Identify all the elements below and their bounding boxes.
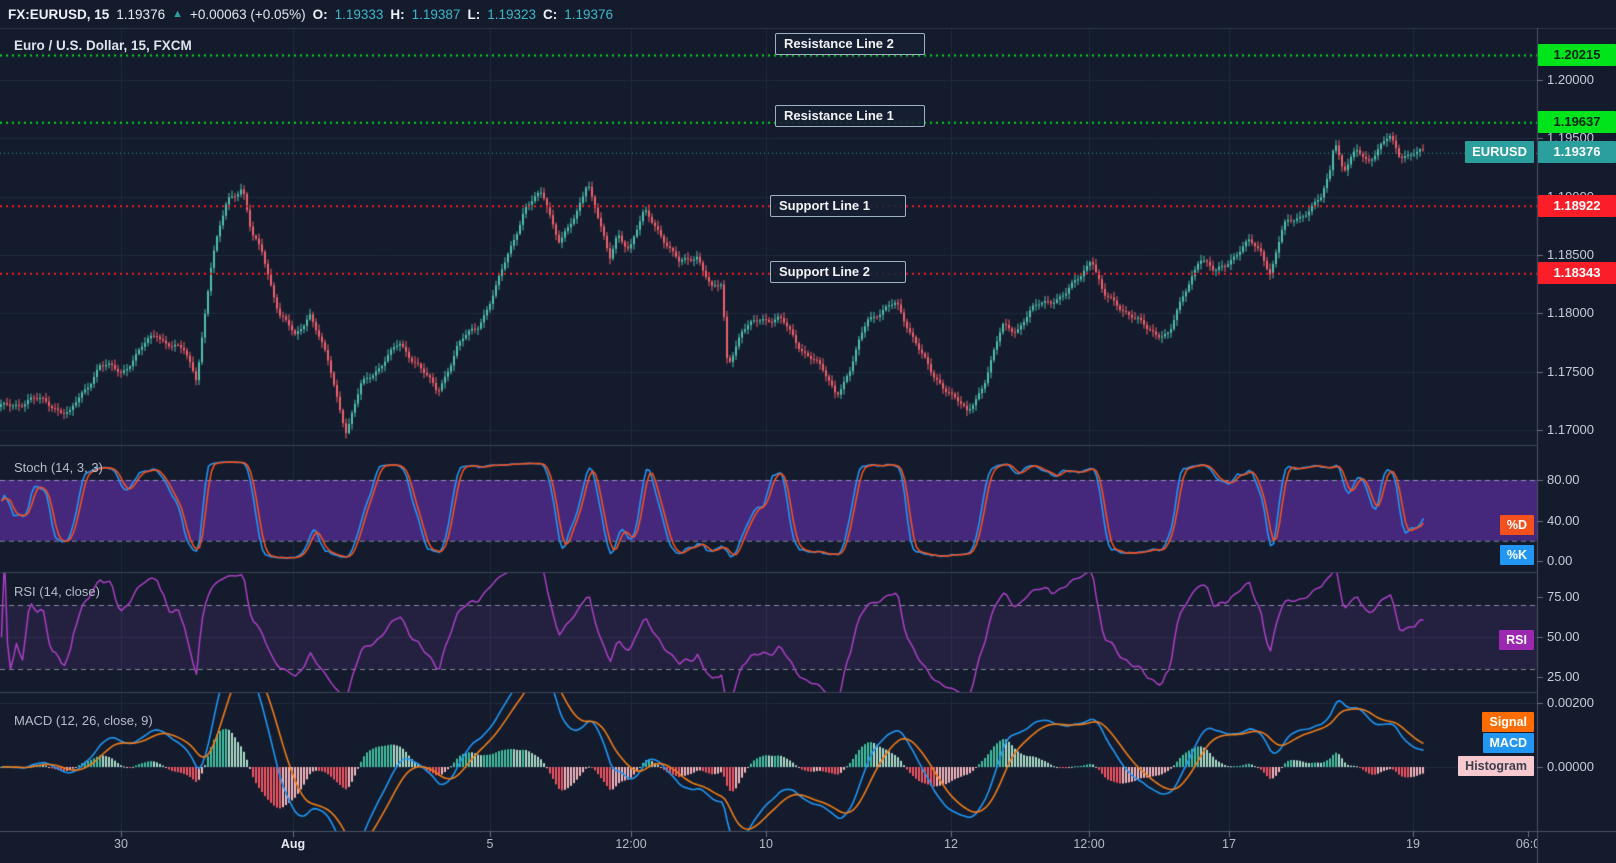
- stoch-axis-tick: 40.00: [1547, 513, 1580, 528]
- time-axis-label: Aug: [280, 837, 306, 851]
- support-1-price-badge: 1.18922: [1538, 195, 1616, 217]
- support-line-2-label[interactable]: Support Line 2: [770, 261, 906, 283]
- trading-chart-window: FX:EURUSD, 15 1.19376 ▲ +0.00063 (+0.05%…: [0, 0, 1616, 863]
- resistance-2-price-badge: 1.20215: [1538, 44, 1616, 66]
- time-axis-label: 19: [1406, 837, 1420, 851]
- stoch-d-badge: %D: [1499, 515, 1534, 535]
- time-axis-label: 5: [486, 837, 494, 851]
- support-2-price-badge: 1.18343: [1538, 262, 1616, 284]
- resistance-line-2-label[interactable]: Resistance Line 2: [775, 33, 925, 55]
- chart-canvas[interactable]: [0, 0, 1616, 863]
- price-axis-tick: 1.17500: [1547, 364, 1594, 379]
- current-price-badge: 1.19376: [1538, 141, 1616, 163]
- stoch-k-badge: %K: [1499, 545, 1534, 565]
- time-axis-label: 12: [944, 837, 958, 851]
- macd-axis-tick: 0.00200: [1547, 695, 1594, 710]
- symbol-legend-bar: FX:EURUSD, 15 1.19376 ▲ +0.00063 (+0.05%…: [8, 3, 613, 25]
- open-value: 1.19333: [334, 6, 384, 22]
- rsi-pane-title[interactable]: RSI (14, close): [14, 584, 100, 599]
- resistance-line-1-label[interactable]: Resistance Line 1: [775, 105, 925, 127]
- price-axis-tick: 1.17000: [1547, 422, 1594, 437]
- rsi-axis-tick: 25.00: [1547, 669, 1580, 684]
- rsi-axis-tick: 75.00: [1547, 589, 1580, 604]
- time-axis[interactable]: 30 Aug 5 12:00 10 12 12:00 17 19 06:0: [0, 831, 1537, 863]
- last-price: 1.19376: [116, 6, 166, 22]
- macd-line-badge: MACD: [1482, 733, 1534, 753]
- symbol-name[interactable]: FX:EURUSD, 15: [8, 7, 109, 22]
- time-axis-label: 30: [114, 837, 128, 851]
- macd-signal-badge: Signal: [1482, 712, 1534, 732]
- time-axis-label: 10: [759, 837, 773, 851]
- price-change: +0.00063 (+0.05%): [189, 6, 306, 22]
- macd-pane-title[interactable]: MACD (12, 26, close, 9): [14, 713, 153, 728]
- chart-title[interactable]: Euro / U.S. Dollar, 15, FXCM: [14, 38, 192, 53]
- price-axis-tick: 1.18500: [1547, 247, 1594, 262]
- macd-axis-tick: 0.00000: [1547, 759, 1594, 774]
- time-axis-label: 17: [1222, 837, 1236, 851]
- close-label: C:: [543, 6, 558, 22]
- price-axis-tick: 1.20000: [1547, 72, 1594, 87]
- open-label: O:: [312, 6, 328, 22]
- stochastic-pane-title[interactable]: Stoch (14, 3, 3): [14, 460, 103, 475]
- high-value: 1.19387: [411, 6, 461, 22]
- up-arrow-icon: ▲: [172, 8, 183, 20]
- time-axis-label: 12:00: [615, 837, 647, 851]
- rsi-axis-tick: 50.00: [1547, 629, 1580, 644]
- resistance-1-price-badge: 1.19637: [1538, 111, 1616, 133]
- stoch-axis-tick: 0.00: [1547, 553, 1573, 568]
- low-label: L:: [467, 6, 481, 22]
- support-line-1-label[interactable]: Support Line 1: [770, 195, 906, 217]
- macd-histogram-badge: Histogram: [1458, 756, 1534, 776]
- symbol-price-line-badge: EURUSD: [1465, 141, 1534, 163]
- time-axis-label: 12:00: [1073, 837, 1105, 851]
- time-axis-label: 06:0: [1515, 837, 1537, 851]
- rsi-badge: RSI: [1499, 630, 1534, 650]
- stoch-axis-tick: 80.00: [1547, 472, 1580, 487]
- high-label: H:: [390, 6, 405, 22]
- price-axis-tick: 1.18000: [1547, 305, 1594, 320]
- close-value: 1.19376: [564, 6, 614, 22]
- low-value: 1.19323: [487, 6, 537, 22]
